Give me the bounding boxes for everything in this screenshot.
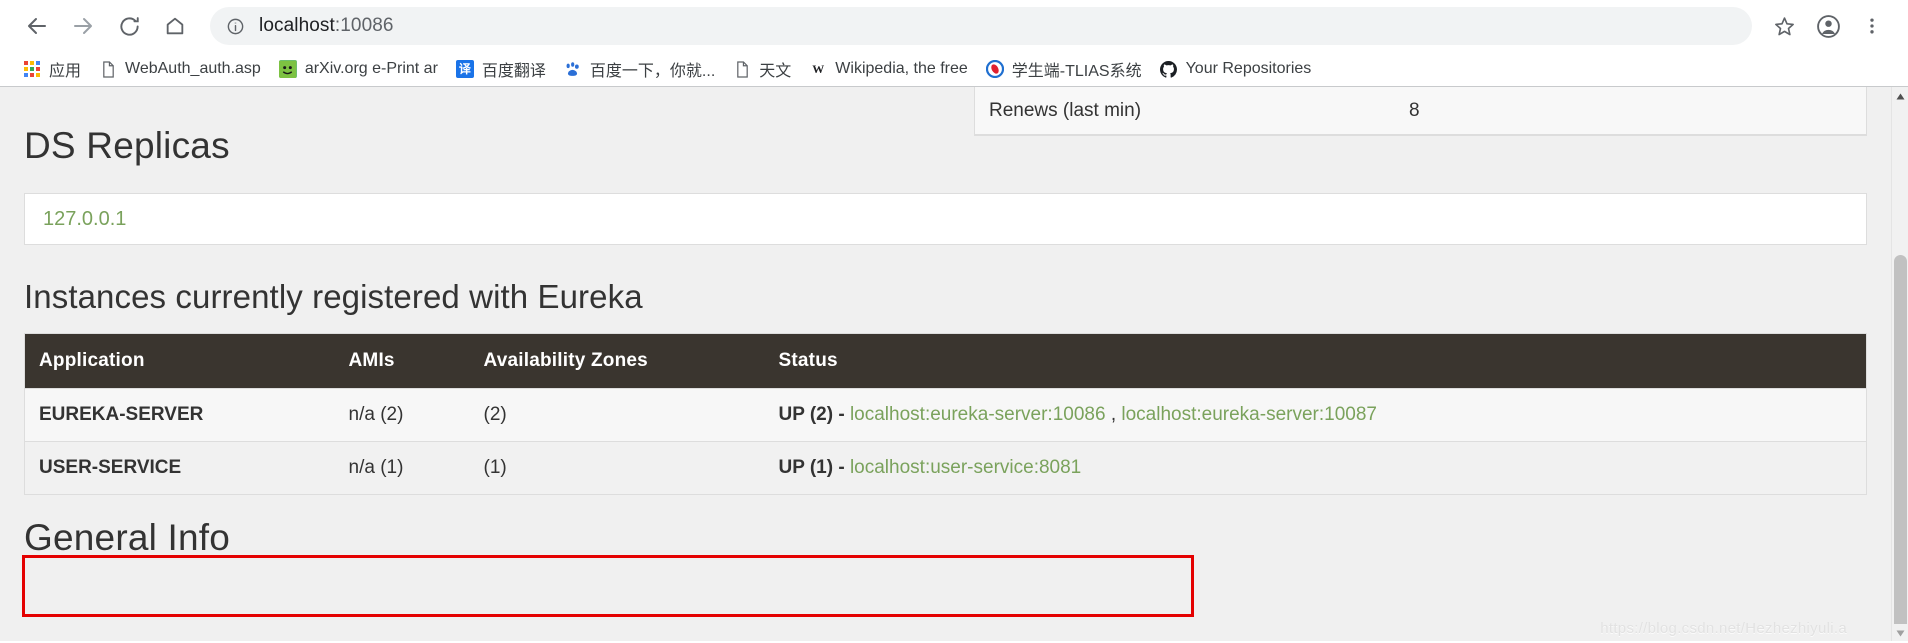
bookmark-label: 天文 [759,57,791,81]
ds-replicas-heading: DS Replicas [24,125,1867,167]
bookmark-wikipedia[interactable]: W Wikipedia, the free [800,55,977,83]
renews-last-min-value: 8 [1409,100,1852,122]
cell-status: UP (1) - localhost:user-service:8081 [765,442,1867,495]
bookmarks-bar: 应用 WebAuth_auth.asp arXiv.org e-Print ar [0,52,1908,86]
table-row: EUREKA-SERVER n/a (2) (2) UP (2) - local… [25,389,1867,442]
arxiv-smiley-icon [279,60,297,78]
profile-button[interactable] [1806,4,1850,48]
home-button[interactable] [152,3,198,49]
annotation-rectangle [22,555,1194,617]
cell-availability-zones: (1) [470,442,765,495]
bookmark-apps[interactable]: 应用 [14,55,90,83]
table-row: USER-SERVICE n/a (1) (1) UP (1) - localh… [25,442,1867,495]
bookmark-label: 应用 [49,57,81,81]
github-icon [1160,60,1178,78]
three-dots-vertical-icon [1862,16,1882,36]
browser-toolbar: localhost:10086 [0,0,1908,52]
table-header-row: Application AMIs Availability Zones Stat… [25,334,1867,389]
bookmark-baidu-translate[interactable]: 译 百度翻译 [447,55,555,83]
baidu-translate-icon: 译 [456,60,474,78]
home-icon [164,15,186,37]
application-name: EUREKA-SERVER [39,404,203,425]
general-info-heading: General Info [24,517,1867,559]
arrow-right-icon [71,14,95,38]
instance-separator: , [1106,404,1122,425]
scroll-up-button[interactable] [1892,87,1908,104]
bookmark-label: Wikipedia, the free [835,60,968,78]
instance-link[interactable]: localhost:user-service:8081 [850,457,1081,478]
column-header-availability-zones[interactable]: Availability Zones [470,334,765,389]
bookmark-tlias[interactable]: 学生端-TLIAS系统 [977,55,1151,83]
instances-table-body: EUREKA-SERVER n/a (2) (2) UP (2) - local… [25,389,1867,495]
browser-chrome: localhost:10086 [0,0,1908,87]
application-name: USER-SERVICE [39,457,181,478]
page-body: Renews (last min) 8 DS Replicas 127.0.0.… [0,87,1891,641]
instances-table: Application AMIs Availability Zones Stat… [24,333,1867,495]
cell-amis: n/a (2) [335,389,470,442]
address-bar-text: localhost:10086 [259,15,394,37]
back-button[interactable] [14,3,60,49]
page-content: DS Replicas 127.0.0.1 Instances currentl… [0,125,1891,559]
reload-icon [118,15,141,38]
bookmark-label: 百度一下，你就... [590,57,715,81]
document-icon [99,60,117,78]
address-bar[interactable]: localhost:10086 [210,7,1752,45]
url-host: localhost [259,15,335,36]
scrollbar-thumb[interactable] [1894,255,1907,641]
cell-availability-zones: (2) [470,389,765,442]
bookmark-star-button[interactable] [1762,4,1806,48]
instance-link[interactable]: localhost:eureka-server:10086 [850,404,1106,425]
watermark: https://blog.csdn.net/Hezhezhiyuli.a [1600,620,1847,637]
bookmark-label: WebAuth_auth.asp [125,60,261,78]
scroll-down-button[interactable] [1892,624,1908,641]
triangle-down-icon [1896,624,1905,642]
reload-button[interactable] [106,3,152,49]
star-outline-icon [1773,15,1796,38]
wikipedia-w-icon: W [809,60,827,78]
instance-link[interactable]: localhost:eureka-server:10087 [1121,404,1377,425]
bookmark-webauth[interactable]: WebAuth_auth.asp [90,55,270,83]
url-port: :10086 [335,15,394,36]
baidu-paw-icon [564,60,582,78]
document-icon [733,60,751,78]
chrome-menu-button[interactable] [1850,4,1894,48]
account-circle-icon [1816,14,1841,39]
bookmark-baidu-search[interactable]: 百度一下，你就... [555,55,724,83]
column-header-application[interactable]: Application [25,334,335,389]
column-header-amis[interactable]: AMIs [335,334,470,389]
status-state: UP (2) - [779,404,845,425]
bookmark-label: arXiv.org e-Print ar [305,60,438,78]
renews-last-min-label: Renews (last min) [989,100,1409,122]
status-state: UP (1) - [779,457,845,478]
forward-button[interactable] [60,3,106,49]
bookmark-label: 百度翻译 [482,57,546,81]
instances-heading: Instances currently registered with Eure… [24,278,1867,316]
bookmark-astronomy[interactable]: 天文 [724,55,800,83]
bookmark-label: Your Repositories [1186,60,1312,78]
apps-grid-icon [23,60,41,78]
ds-replica-link[interactable]: 127.0.0.1 [43,208,126,231]
bookmark-arxiv[interactable]: arXiv.org e-Print ar [270,55,447,83]
vertical-scrollbar[interactable] [1891,87,1908,641]
ds-replicas-panel: 127.0.0.1 [24,193,1867,245]
tlias-target-icon [986,60,1004,78]
bookmark-your-repositories[interactable]: Your Repositories [1151,55,1321,83]
toolbar-actions [1762,4,1894,48]
bookmark-label: 学生端-TLIAS系统 [1012,57,1142,81]
column-header-status[interactable]: Status [765,334,1867,389]
triangle-up-icon [1896,87,1905,105]
cell-application: USER-SERVICE [25,442,335,495]
instances-table-head: Application AMIs Availability Zones Stat… [25,334,1867,389]
page-viewport: Renews (last min) 8 DS Replicas 127.0.0.… [0,87,1908,641]
cell-amis: n/a (1) [335,442,470,495]
cell-application: EUREKA-SERVER [25,389,335,442]
arrow-left-icon [25,14,49,38]
cell-status: UP (2) - localhost:eureka-server:10086 ,… [765,389,1867,442]
info-circle-icon[interactable] [226,17,245,36]
